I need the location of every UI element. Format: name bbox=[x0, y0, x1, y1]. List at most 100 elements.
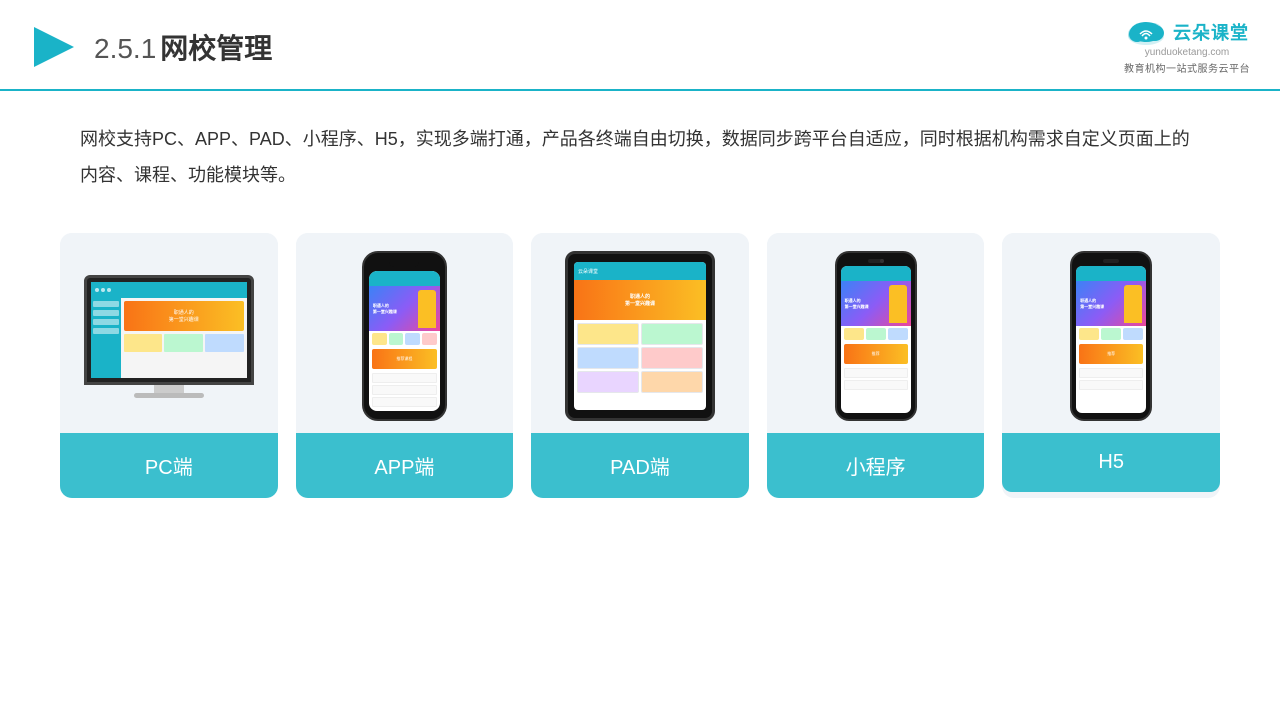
tablet-header-text: 云朵课堂 bbox=[578, 268, 598, 275]
miniprogram-camera bbox=[868, 259, 884, 263]
miniprogram-mockup: 职通人的第一堂兴趣课 推荐 bbox=[835, 251, 917, 421]
gpc-cat bbox=[422, 333, 437, 345]
gpc-list-h5 bbox=[1076, 366, 1146, 394]
gpc-list-mp bbox=[841, 366, 911, 394]
card-pad: 云朵课堂 职通人的第一堂兴趣课 PAD端 bbox=[531, 233, 749, 498]
pc-dot-2 bbox=[101, 288, 105, 292]
gpc-orange-text-h5: 推荐 bbox=[1107, 351, 1115, 357]
pc-mini-card bbox=[205, 334, 244, 352]
pc-sidebar bbox=[91, 298, 121, 378]
h5-content: 职通人的第一堂兴趣课 推荐 bbox=[1076, 266, 1146, 413]
pc-stand bbox=[154, 385, 184, 393]
gpc-cat-h5 bbox=[1079, 328, 1099, 340]
h5-camera bbox=[1103, 259, 1119, 263]
gpc-orange-text-mp: 推荐 bbox=[872, 351, 880, 357]
gpc-list-item bbox=[372, 385, 437, 395]
gpc-cat bbox=[372, 333, 387, 345]
app-phone-mockup: 职通人的第一堂兴趣课 推荐课程 bbox=[362, 251, 447, 421]
card-h5-image: 职通人的第一堂兴趣课 推荐 bbox=[1002, 233, 1220, 433]
gpc-banner-text: 职通人的第一堂兴趣课 bbox=[373, 303, 397, 314]
pc-main-content: 职通人的第一堂兴趣课 bbox=[121, 298, 247, 378]
app-phone-screen: 职通人的第一堂兴趣课 推荐课程 bbox=[369, 271, 440, 411]
pc-banner-text: 职通人的第一堂兴趣课 bbox=[169, 309, 199, 323]
card-pad-label: PAD端 bbox=[531, 433, 749, 498]
gpc-cat-mp bbox=[888, 328, 908, 340]
gpc-list-item bbox=[372, 373, 437, 383]
tablet-grid-item bbox=[577, 323, 639, 345]
card-miniprogram: 职通人的第一堂兴趣课 推荐 bbox=[767, 233, 985, 498]
card-pc: 职通人的第一堂兴趣课 bbox=[60, 233, 278, 498]
gpc-categories-mp bbox=[841, 326, 911, 342]
pc-sidebar-item bbox=[93, 328, 119, 334]
card-app-image: 职通人的第一堂兴趣课 推荐课程 bbox=[296, 233, 514, 433]
tablet-screen: 云朵课堂 职通人的第一堂兴趣课 bbox=[574, 262, 706, 410]
pc-dot-3 bbox=[107, 288, 111, 292]
gpc-list bbox=[369, 371, 440, 411]
gpc-banner-person bbox=[418, 290, 436, 328]
gpc-list-item-mp bbox=[844, 368, 908, 378]
card-miniprogram-label: 小程序 bbox=[767, 433, 985, 498]
page-title: 2.5.1网校管理 bbox=[94, 27, 272, 67]
tablet-mockup: 云朵课堂 职通人的第一堂兴趣课 bbox=[565, 251, 715, 421]
card-h5: 职通人的第一堂兴趣课 推荐 bbox=[1002, 233, 1220, 498]
pc-cards-row bbox=[124, 334, 244, 352]
gpc-list-item bbox=[372, 397, 437, 407]
gpc-cat-h5 bbox=[1123, 328, 1143, 340]
tablet-grid-item bbox=[641, 371, 703, 393]
card-pad-image: 云朵课堂 职通人的第一堂兴趣课 bbox=[531, 233, 749, 433]
cloud-icon bbox=[1125, 18, 1167, 46]
gpc-banner-mp: 职通人的第一堂兴趣课 bbox=[841, 281, 911, 326]
gpc-cat bbox=[389, 333, 404, 345]
gpc-orange-text: 推荐课程 bbox=[396, 356, 412, 362]
h5-screen: 职通人的第一堂兴趣课 推荐 bbox=[1076, 266, 1146, 413]
pc-sidebar-item bbox=[93, 319, 119, 325]
card-app: 职通人的第一堂兴趣课 推荐课程 bbox=[296, 233, 514, 498]
card-pc-image: 职通人的第一堂兴趣课 bbox=[60, 233, 278, 433]
gpc-banner-person-mp bbox=[889, 285, 907, 323]
pc-screen-body: 职通人的第一堂兴趣课 bbox=[91, 298, 247, 378]
gpc-banner: 职通人的第一堂兴趣课 bbox=[369, 286, 440, 331]
play-icon bbox=[30, 23, 78, 71]
gpc-categories-h5 bbox=[1076, 326, 1146, 342]
header-left: 2.5.1网校管理 bbox=[30, 23, 272, 71]
tablet-grid-item bbox=[641, 323, 703, 345]
tablet-header: 云朵课堂 bbox=[574, 262, 706, 280]
gpc-cat-h5 bbox=[1101, 328, 1121, 340]
card-pc-label: PC端 bbox=[60, 433, 278, 498]
pc-sidebar-item bbox=[93, 310, 119, 316]
card-app-label: APP端 bbox=[296, 433, 514, 498]
tablet-grid-item bbox=[577, 371, 639, 393]
gpc-banner-text-mp: 职通人的第一堂兴趣课 bbox=[845, 298, 869, 309]
description-text: 网校支持PC、APP、PAD、小程序、H5，实现多端打通，产品各终端自由切换，数… bbox=[0, 91, 1280, 213]
page-header: 2.5.1网校管理 云朵课堂 yunduoketang.com 教育机构一站式服… bbox=[0, 0, 1280, 91]
miniprogram-content: 职通人的第一堂兴趣课 推荐 bbox=[841, 266, 911, 413]
gpc-banner-person-h5 bbox=[1124, 285, 1142, 323]
gpc-banner-h5: 职通人的第一堂兴趣课 bbox=[1076, 281, 1146, 326]
gpc-header bbox=[369, 271, 440, 286]
card-h5-label: H5 bbox=[1002, 433, 1220, 492]
pc-base bbox=[134, 393, 204, 398]
pc-screen-header bbox=[91, 282, 247, 298]
miniprogram-screen: 职通人的第一堂兴趣课 推荐 bbox=[841, 266, 911, 413]
pc-banner: 职通人的第一堂兴趣课 bbox=[124, 301, 244, 331]
tablet-grid-item bbox=[641, 347, 703, 369]
logo-url: yunduoketang.com bbox=[1145, 47, 1230, 58]
gpc-header-mp bbox=[841, 266, 911, 281]
tablet-banner-text: 职通人的第一堂兴趣课 bbox=[625, 293, 655, 307]
gpc-cat-mp bbox=[844, 328, 864, 340]
pc-mini-card bbox=[124, 334, 163, 352]
tablet-grid bbox=[574, 320, 706, 396]
gpc-list-item-mp bbox=[844, 380, 908, 390]
card-miniprogram-image: 职通人的第一堂兴趣课 推荐 bbox=[767, 233, 985, 433]
gpc-header-h5 bbox=[1076, 266, 1146, 281]
gpc-orange-card: 推荐课程 bbox=[372, 349, 437, 369]
pc-screen: 职通人的第一堂兴趣课 bbox=[84, 275, 254, 385]
gpc-list-item-h5 bbox=[1079, 380, 1143, 390]
gpc-orange-card-h5: 推荐 bbox=[1079, 344, 1143, 364]
gpc-cat bbox=[405, 333, 420, 345]
logo-main-text: 云朵课堂 bbox=[1173, 19, 1249, 45]
phone-notch bbox=[389, 261, 419, 267]
tablet-banner: 职通人的第一堂兴趣课 bbox=[574, 280, 706, 320]
logo-area: 云朵课堂 yunduoketang.com 教育机构一站式服务云平台 bbox=[1124, 18, 1250, 75]
gpc-categories bbox=[369, 331, 440, 347]
